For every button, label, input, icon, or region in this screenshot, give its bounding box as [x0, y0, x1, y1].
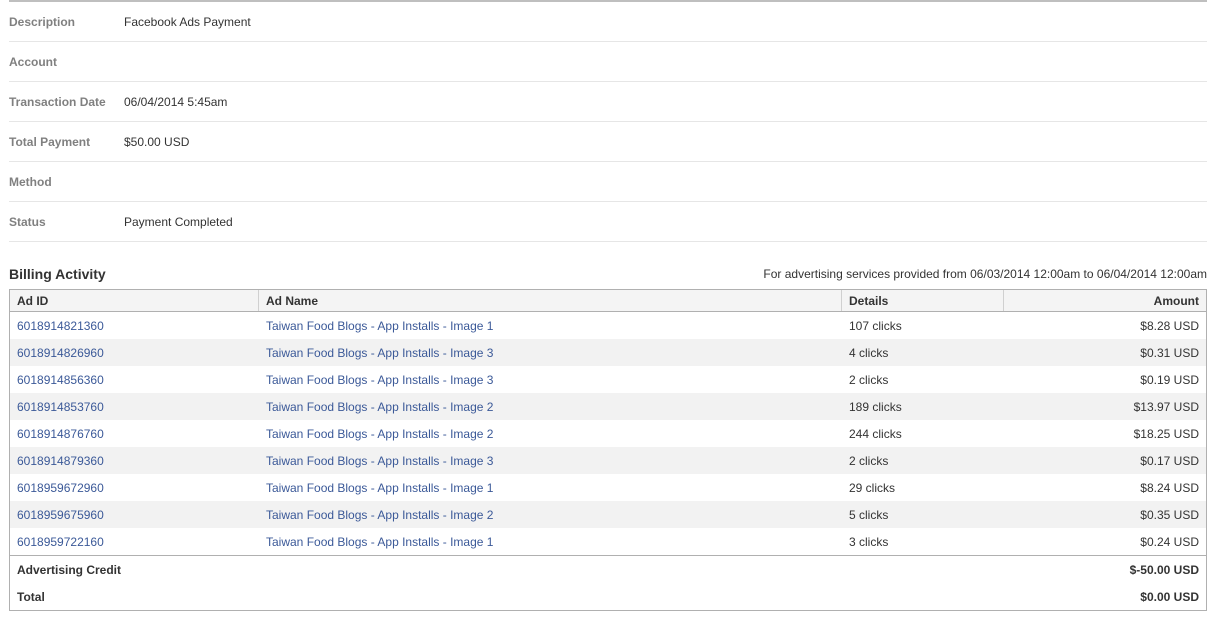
billing-activity-table: Ad ID Ad Name Details Amount 60189148213…: [9, 289, 1207, 611]
summary-value: Payment Completed: [124, 214, 233, 229]
summary-label: Transaction Date: [9, 94, 106, 109]
column-header-ad-id: Ad ID: [10, 290, 259, 311]
details-cell: 3 clicks: [849, 534, 889, 549]
table-row: 6018959722160 Taiwan Food Blogs - App In…: [10, 528, 1206, 555]
ad-name-link[interactable]: Taiwan Food Blogs - App Installs - Image…: [266, 400, 493, 414]
summary-value: Facebook Ads Payment: [124, 14, 251, 29]
payment-summary: Description Facebook Ads Payment Account…: [9, 2, 1207, 242]
summary-value: 06/04/2014 5:45am: [124, 94, 228, 109]
ad-id-link[interactable]: 6018914826960: [17, 346, 104, 360]
ad-id-link[interactable]: 6018959722160: [17, 535, 104, 549]
summary-row-status: Status Payment Completed: [9, 202, 1207, 242]
ad-id-link[interactable]: 6018914856360: [17, 373, 104, 387]
ad-name-link[interactable]: Taiwan Food Blogs - App Installs - Image…: [266, 535, 493, 549]
summary-label: Method: [9, 174, 52, 189]
ad-id-link[interactable]: 6018914853760: [17, 400, 104, 414]
table-row: 6018914821360 Taiwan Food Blogs - App In…: [10, 312, 1206, 339]
amount-cell: $0.24 USD: [1140, 534, 1199, 549]
table-row: 6018959672960 Taiwan Food Blogs - App In…: [10, 474, 1206, 501]
details-cell: 189 clicks: [849, 399, 902, 414]
amount-cell: $0.31 USD: [1140, 345, 1199, 360]
table-body: 6018914821360 Taiwan Food Blogs - App In…: [10, 312, 1206, 555]
details-cell: 4 clicks: [849, 345, 889, 360]
table-row: 6018914856360 Taiwan Food Blogs - App In…: [10, 366, 1206, 393]
advertising-credit-amount: $-50.00 USD: [1129, 562, 1199, 577]
summary-row-account: Account: [9, 42, 1207, 82]
table-header: Ad ID Ad Name Details Amount: [10, 290, 1206, 312]
ad-id-link[interactable]: 6018914821360: [17, 319, 104, 333]
billing-date-range: For advertising services provided from 0…: [763, 267, 1207, 281]
ad-name-link[interactable]: Taiwan Food Blogs - App Installs - Image…: [266, 373, 493, 387]
details-cell: 244 clicks: [849, 426, 902, 441]
summary-label: Status: [9, 214, 46, 229]
table-row: 6018914879360 Taiwan Food Blogs - App In…: [10, 447, 1206, 474]
ad-id-link[interactable]: 6018959675960: [17, 508, 104, 522]
amount-cell: $13.97 USD: [1133, 399, 1199, 414]
summary-row-description: Description Facebook Ads Payment: [9, 2, 1207, 42]
advertising-credit-row: Advertising Credit $-50.00 USD: [10, 556, 1206, 583]
summary-value: $50.00 USD: [124, 134, 190, 149]
total-row: Total $0.00 USD: [10, 583, 1206, 610]
amount-cell: $18.25 USD: [1133, 426, 1199, 441]
column-header-details: Details: [842, 290, 1004, 311]
details-cell: 107 clicks: [849, 318, 902, 333]
ad-name-link[interactable]: Taiwan Food Blogs - App Installs - Image…: [266, 508, 493, 522]
column-header-ad-name: Ad Name: [259, 290, 842, 311]
table-row: 6018914826960 Taiwan Food Blogs - App In…: [10, 339, 1206, 366]
ad-id-link[interactable]: 6018914879360: [17, 454, 104, 468]
amount-cell: $8.28 USD: [1140, 318, 1199, 333]
summary-label: Description: [9, 14, 76, 29]
summary-label: Total Payment: [9, 134, 91, 149]
table-row: 6018959675960 Taiwan Food Blogs - App In…: [10, 501, 1206, 528]
ad-name-link[interactable]: Taiwan Food Blogs - App Installs - Image…: [266, 454, 493, 468]
details-cell: 29 clicks: [849, 480, 896, 495]
ad-name-link[interactable]: Taiwan Food Blogs - App Installs - Image…: [266, 319, 493, 333]
ad-id-link[interactable]: 6018959672960: [17, 481, 104, 495]
ad-name-link[interactable]: Taiwan Food Blogs - App Installs - Image…: [266, 427, 493, 441]
ad-id-link[interactable]: 6018914876760: [17, 427, 104, 441]
total-label: Total: [17, 589, 45, 604]
table-row: 6018914853760 Taiwan Food Blogs - App In…: [10, 393, 1206, 420]
total-amount: $0.00 USD: [1140, 589, 1199, 604]
amount-cell: $0.17 USD: [1140, 453, 1199, 468]
advertising-credit-label: Advertising Credit: [17, 562, 122, 577]
table-row: 6018914876760 Taiwan Food Blogs - App In…: [10, 420, 1206, 447]
amount-cell: $0.35 USD: [1140, 507, 1199, 522]
billing-activity-title: Billing Activity: [9, 266, 106, 282]
summary-label: Account: [9, 54, 57, 69]
details-cell: 2 clicks: [849, 372, 889, 387]
summary-row-transaction-date: Transaction Date 06/04/2014 5:45am: [9, 82, 1207, 122]
table-footer: Advertising Credit $-50.00 USD Total $0.…: [10, 555, 1206, 610]
amount-cell: $8.24 USD: [1140, 480, 1199, 495]
column-header-amount: Amount: [1153, 293, 1199, 308]
summary-row-total-payment: Total Payment $50.00 USD: [9, 122, 1207, 162]
amount-cell: $0.19 USD: [1140, 372, 1199, 387]
details-cell: 2 clicks: [849, 453, 889, 468]
summary-row-method: Method: [9, 162, 1207, 202]
ad-name-link[interactable]: Taiwan Food Blogs - App Installs - Image…: [266, 346, 493, 360]
details-cell: 5 clicks: [849, 507, 889, 522]
ad-name-link[interactable]: Taiwan Food Blogs - App Installs - Image…: [266, 481, 493, 495]
